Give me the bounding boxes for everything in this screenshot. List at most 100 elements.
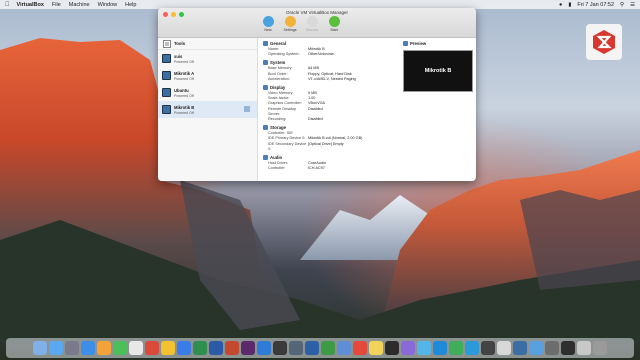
detail-row: IDE Secondary Device 0: [Optical Drive] E… <box>263 142 395 152</box>
section-title: System <box>270 60 286 66</box>
detail-value: Disabled <box>308 117 323 122</box>
vm-item-ubuntu[interactable]: Ubuntu Powered Off <box>158 84 257 101</box>
tools-icon <box>163 39 171 48</box>
dock-app-icon[interactable] <box>513 341 527 355</box>
dock-app-icon[interactable] <box>545 341 559 355</box>
section-display-header[interactable]: Display <box>263 85 395 91</box>
search-icon[interactable]: ⚲ <box>620 2 624 8</box>
vm-menu-icon[interactable] <box>243 105 251 113</box>
apple-icon[interactable]:  <box>5 2 10 8</box>
preview-header[interactable]: Preview <box>403 41 472 46</box>
dock-app-icon[interactable] <box>401 341 415 355</box>
dock-app-icon[interactable] <box>177 341 191 355</box>
start-arrow-icon <box>328 16 340 27</box>
detail-key: Controller: <box>268 166 286 171</box>
vm-item-mikrotik-a[interactable]: Mikrotik A Powered Off <box>158 67 257 84</box>
dock-app-icon[interactable] <box>209 341 223 355</box>
dock-app-icon[interactable] <box>241 341 255 355</box>
dock-app-icon[interactable] <box>129 341 143 355</box>
dock-app-icon[interactable] <box>465 341 479 355</box>
dock-app-icon[interactable] <box>593 341 607 355</box>
preview-pane: Preview Mikrotik B <box>399 38 476 181</box>
vm-os-icon <box>162 71 171 80</box>
dock-app-icon[interactable] <box>97 341 111 355</box>
vm-item-xuis[interactable]: xuis Powered Off <box>158 50 257 67</box>
detail-value: Other/Unknown <box>308 52 335 57</box>
menu-list-icon[interactable]: ☰ <box>630 2 635 8</box>
detail-row: Remote Desktop Server: Disabled <box>263 107 395 117</box>
settings-label: Settings <box>283 28 297 32</box>
window-titlebar[interactable]: Oracle VM VirtualBox Manager New Setting… <box>158 8 476 38</box>
menu-clock[interactable]: Fri 7 Jan 07:52 <box>577 2 614 8</box>
brand-logo <box>586 24 622 60</box>
vm-details-pane: General Name: Mikrotik B Operating System… <box>259 38 399 181</box>
dock-app-icon[interactable] <box>577 341 591 355</box>
vm-state: Powered Off <box>174 76 194 81</box>
dock-app-icon[interactable] <box>113 341 127 355</box>
section-system: System Base Memory: 64 MB Boot Order: Flop… <box>263 60 395 82</box>
dock-app-icon[interactable] <box>65 341 79 355</box>
section-system-header[interactable]: System <box>263 60 395 66</box>
dock-app-icon[interactable] <box>337 341 351 355</box>
settings-button[interactable]: Settings <box>282 16 298 32</box>
dock-app-icon[interactable] <box>225 341 239 355</box>
dock-app-icon[interactable] <box>193 341 207 355</box>
dock-app-icon[interactable] <box>353 341 367 355</box>
toolbar: New Settings Discard Start <box>260 16 342 32</box>
dock-app-icon[interactable] <box>481 341 495 355</box>
dock-app-icon[interactable] <box>273 341 287 355</box>
vm-os-icon <box>162 54 171 63</box>
new-vm-button[interactable]: New <box>260 16 276 32</box>
vm-state: Powered Off <box>174 93 194 98</box>
menu-file[interactable]: File <box>52 2 61 8</box>
start-button[interactable]: Start <box>326 16 342 32</box>
section-storage-header[interactable]: Storage <box>263 125 395 131</box>
gear-icon <box>284 16 296 27</box>
dock-app-icon[interactable] <box>305 341 319 355</box>
dock-app-icon[interactable] <box>369 341 383 355</box>
dock-app-icon[interactable] <box>257 341 271 355</box>
dock-app-icon[interactable] <box>321 341 335 355</box>
dock-app-icon[interactable] <box>529 341 543 355</box>
vm-state: Powered Off <box>174 110 194 115</box>
detail-row: Acceleration: VT-x/AMD-V, Nested Paging <box>263 77 395 82</box>
dock-app-icon[interactable] <box>33 341 47 355</box>
dock-app-icon[interactable] <box>449 341 463 355</box>
dock-app-icon[interactable] <box>49 341 63 355</box>
discard-button[interactable]: Discard <box>304 16 320 32</box>
menu-machine[interactable]: Machine <box>69 2 90 8</box>
vm-name: Mikrotik A <box>174 70 195 76</box>
vm-name: Mikrotik B <box>174 104 195 110</box>
vm-name: Ubuntu <box>174 87 189 93</box>
preview-screen: Mikrotik B <box>403 50 473 92</box>
dock-app-icon[interactable] <box>497 341 511 355</box>
dock-app-icon[interactable] <box>561 341 575 355</box>
dock-app-icon[interactable] <box>289 341 303 355</box>
audio-icon <box>263 155 268 161</box>
menu-help[interactable]: Help <box>125 2 136 8</box>
dock-app-icon[interactable] <box>81 341 95 355</box>
section-title: Display <box>270 85 286 91</box>
dock-app-icon[interactable] <box>433 341 447 355</box>
detail-row: Controller: ICH AC97 <box>263 166 395 171</box>
menu-window[interactable]: Window <box>98 2 118 8</box>
dock-app-icon[interactable] <box>145 341 159 355</box>
new-icon <box>262 16 274 27</box>
dock-app-icon[interactable] <box>161 341 175 355</box>
general-icon <box>263 41 268 46</box>
section-general: General Name: Mikrotik B Operating System… <box>263 41 395 57</box>
vm-item-mikrotik-b[interactable]: Mikrotik B Powered Off <box>158 101 257 118</box>
detail-value: VT-x/AMD-V, Nested Paging <box>308 76 356 81</box>
menu-app-name[interactable]: VirtualBox <box>17 2 44 8</box>
dock-app-icon[interactable] <box>417 341 431 355</box>
sidebar-tools[interactable]: Tools <box>158 38 257 50</box>
battery-icon[interactable]: ▮ <box>568 2 571 8</box>
section-title: General <box>270 41 287 46</box>
dock-app-icon[interactable] <box>385 341 399 355</box>
wifi-icon[interactable]: ● <box>559 2 562 8</box>
detail-row: Operating System: Other/Unknown <box>263 52 395 57</box>
discard-icon <box>306 16 318 27</box>
virtualbox-manager-window: Oracle VM VirtualBox Manager New Setting… <box>158 8 476 181</box>
section-general-header[interactable]: General <box>263 41 395 46</box>
section-audio-header[interactable]: Audio <box>263 155 395 161</box>
